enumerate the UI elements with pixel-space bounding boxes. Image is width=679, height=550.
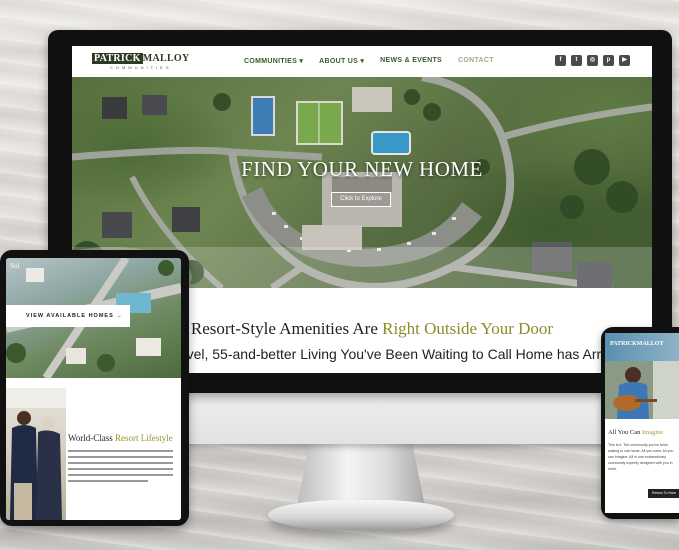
tablet-logo: Sol: [10, 262, 20, 270]
monitor-stand-base: [268, 500, 454, 530]
tablet-hero: Sol VIEW AVAILABLE HOMES →: [6, 258, 181, 378]
tablet-text-line: [68, 450, 173, 452]
return-home-button[interactable]: Return To Hom: [648, 489, 679, 498]
nav-contact[interactable]: CONTACT: [458, 57, 494, 65]
logo-subtitle: COMMUNITIES: [110, 65, 172, 70]
tablet-text-line: [68, 462, 173, 464]
view-available-homes-button[interactable]: VIEW AVAILABLE HOMES →: [6, 305, 130, 327]
site-header: PATRICK MALLOY COMMUNITIES COMMUNITIES ▾ …: [72, 46, 652, 77]
hero-explore-button[interactable]: Click to Explore: [331, 192, 391, 207]
logo-part-1: PATRICK: [92, 53, 143, 64]
pinterest-icon[interactable]: p: [603, 55, 614, 66]
youtube-icon[interactable]: ▶: [619, 55, 630, 66]
main-nav: COMMUNITIES ▾ ABOUT US ▾ NEWS & EVENTS C…: [244, 57, 494, 65]
instagram-icon[interactable]: ◎: [587, 55, 598, 66]
nav-news-events[interactable]: NEWS & EVENTS: [380, 57, 442, 65]
logo-part-2: MALLOY: [142, 53, 190, 64]
phone-section-title: All You Can Imagine: [608, 429, 664, 436]
tablet-text-line: [68, 468, 173, 470]
tablet-text-line: [68, 480, 148, 482]
tablet-lifestyle-title: World-Class Resort Lifestyle: [68, 433, 173, 443]
site-logo[interactable]: PATRICK MALLOY COMMUNITIES: [92, 53, 190, 70]
tablet-text-line: [68, 474, 173, 476]
nav-communities[interactable]: COMMUNITIES ▾: [244, 57, 303, 65]
hero-title: FIND YOUR NEW HOME: [241, 157, 483, 181]
phone-header: PATRICKMALLOY: [605, 333, 679, 361]
facebook-icon[interactable]: f: [555, 55, 566, 66]
twitter-icon[interactable]: t: [571, 55, 582, 66]
nav-about-us[interactable]: ABOUT US ▾: [319, 57, 364, 65]
tablet-text-line: [68, 456, 173, 458]
phone-body-text: This is it. The community you've been wa…: [608, 443, 674, 471]
tablet-lifestyle-section: World-Class Resort Lifestyle: [6, 388, 181, 520]
social-links: f t ◎ p ▶: [555, 55, 630, 66]
phone-screen: PATRICKMALLOY All You Can Imagine This i…: [605, 333, 679, 513]
tablet-screen: Sol VIEW AVAILABLE HOMES → World-Class R…: [6, 258, 181, 520]
phone-logo: PATRICKMALLOY: [610, 341, 664, 347]
couple-photo: [6, 388, 66, 520]
monitor-stand-neck: [297, 444, 425, 506]
guitar-player-photo: [605, 361, 679, 419]
